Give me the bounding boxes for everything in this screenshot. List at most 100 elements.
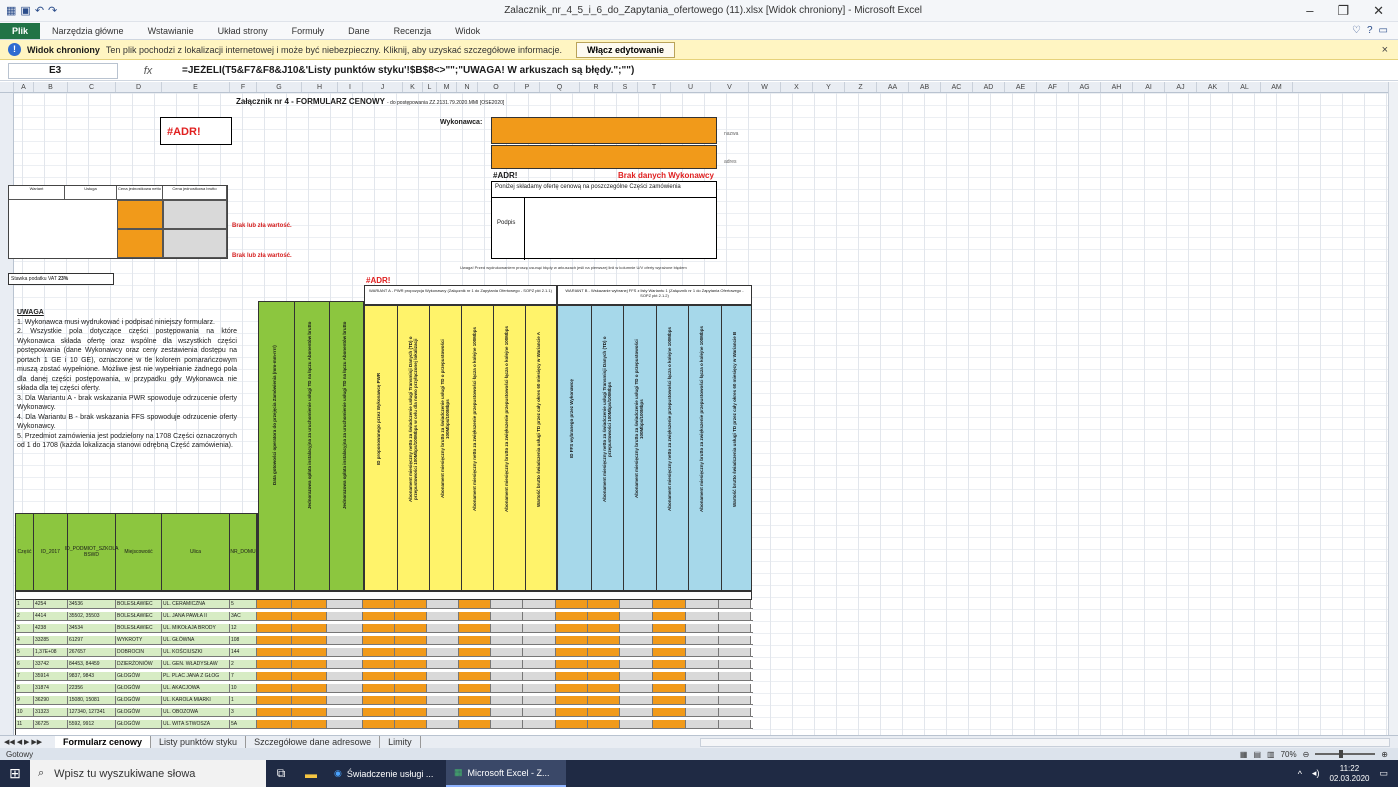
table-cell[interactable]: 3 [230, 708, 257, 716]
price-input-cell[interactable] [257, 708, 292, 716]
ribbon-tab[interactable]: Formuły [280, 24, 337, 38]
price-input-cell[interactable] [395, 612, 427, 620]
price-input-cell[interactable] [395, 636, 427, 644]
price-input-cell[interactable] [588, 624, 620, 632]
zoom-in-icon[interactable]: ⊕ [1381, 750, 1388, 759]
price-input-cell[interactable] [363, 708, 395, 716]
contractor-name-input[interactable] [491, 117, 717, 144]
price-input-cell[interactable] [556, 720, 588, 728]
page-break-icon[interactable]: ▥ [1267, 750, 1275, 759]
price-input-cell[interactable] [395, 660, 427, 668]
column-header[interactable]: T [638, 82, 671, 92]
table-cell[interactable]: 2 [230, 660, 257, 668]
tab-formularz-cenowy[interactable]: Formularz cenowy [55, 735, 152, 749]
price-input-cell[interactable] [363, 624, 395, 632]
price-input-cell[interactable] [653, 720, 686, 728]
column-header[interactable]: L [423, 82, 437, 92]
table-cell[interactable]: GŁOGÓW [116, 672, 162, 680]
tab-listy-punktow[interactable]: Listy punktów styku [151, 735, 247, 749]
price-input-cell[interactable] [395, 708, 427, 716]
redo-icon[interactable]: ↷ [48, 4, 57, 17]
price-input-cell[interactable] [653, 684, 686, 692]
zoom-slider[interactable] [1315, 750, 1376, 758]
taskbar-app-excel[interactable]: ▦ Microsoft Excel - Z... [446, 760, 566, 787]
table-cell[interactable]: GŁOGÓW [116, 684, 162, 692]
price-input-cell[interactable] [459, 684, 491, 692]
protected-view-message[interactable]: Ten plik pochodzi z lokalizacji internet… [106, 45, 562, 55]
price-input-cell[interactable] [653, 660, 686, 668]
netto-1ge-input[interactable] [117, 200, 163, 229]
table-cell[interactable]: 31323 [34, 708, 68, 716]
notifications-icon[interactable]: ▭ [1379, 768, 1388, 779]
price-input-cell[interactable] [588, 636, 620, 644]
price-input-cell[interactable] [653, 708, 686, 716]
price-input-cell[interactable] [363, 600, 395, 608]
price-input-cell[interactable] [257, 684, 292, 692]
column-header[interactable]: AD [973, 82, 1005, 92]
price-input-cell[interactable] [292, 648, 327, 656]
price-input-cell[interactable] [292, 672, 327, 680]
formula-input[interactable]: =JEŻELI(T5&F7&F8&J10&'Listy punktów styk… [178, 65, 1398, 76]
column-header[interactable]: AC [941, 82, 973, 92]
table-cell[interactable]: BOLESŁAWIEC [116, 612, 162, 620]
column-header[interactable]: AG [1069, 82, 1101, 92]
table-cell[interactable]: 4254 [34, 600, 68, 608]
ribbon-tab[interactable]: Narzędzia główne [40, 24, 136, 38]
column-header[interactable]: D [116, 82, 162, 92]
error-cell-e3[interactable]: #ADR! [160, 117, 232, 145]
vertical-scrollbar[interactable] [1388, 82, 1398, 735]
column-header[interactable]: N [457, 82, 478, 92]
table-cell[interactable]: 144 [230, 648, 257, 656]
table-cell[interactable]: 36725 [34, 720, 68, 728]
price-input-cell[interactable] [556, 636, 588, 644]
table-cell[interactable]: BOLESŁAWIEC [116, 600, 162, 608]
price-input-cell[interactable] [588, 720, 620, 728]
table-cell[interactable]: DOBROCIN [116, 648, 162, 656]
table-cell[interactable]: 12 [230, 624, 257, 632]
table-cell[interactable]: UL. WITA STWOSZA [162, 720, 230, 728]
price-input-cell[interactable] [395, 684, 427, 692]
tray-chevron-icon[interactable]: ^ [1298, 769, 1302, 779]
column-header[interactable]: B [34, 82, 68, 92]
price-input-cell[interactable] [459, 696, 491, 704]
maximize-button[interactable]: ❐ [1337, 3, 1349, 19]
ribbon-tab[interactable]: Układ strony [206, 24, 280, 38]
ribbon-tab[interactable]: Widok [443, 24, 492, 38]
ribbon-tab[interactable]: Recenzja [382, 24, 444, 38]
price-input-cell[interactable] [395, 720, 427, 728]
table-cell[interactable]: 10 [16, 708, 34, 716]
price-input-cell[interactable] [588, 648, 620, 656]
sheet-nav-arrows[interactable]: ◀◀ ◀ ▶ ▶▶ [0, 738, 55, 746]
table-cell[interactable]: 10 [230, 684, 257, 692]
table-cell[interactable]: 1,37E+08 [34, 648, 68, 656]
table-cell[interactable]: 6 [16, 660, 34, 668]
price-input-cell[interactable] [556, 684, 588, 692]
column-header[interactable]: AK [1197, 82, 1229, 92]
price-input-cell[interactable] [556, 672, 588, 680]
price-input-cell[interactable] [257, 660, 292, 668]
price-input-cell[interactable] [459, 648, 491, 656]
help-icon[interactable]: ? [1367, 25, 1373, 36]
price-input-cell[interactable] [395, 600, 427, 608]
zoom-level[interactable]: 70% [1281, 750, 1297, 759]
ribbon-tab[interactable]: Wstawianie [136, 24, 206, 38]
price-input-cell[interactable] [459, 624, 491, 632]
tab-dane-adresowe[interactable]: Szczegółowe dane adresowe [246, 735, 381, 749]
table-cell[interactable]: GŁOGÓW [116, 720, 162, 728]
table-cell[interactable]: 4 [16, 636, 34, 644]
column-header[interactable]: O [478, 82, 515, 92]
price-input-cell[interactable] [653, 672, 686, 680]
table-cell[interactable]: 127340, 127341 [68, 708, 116, 716]
price-input-cell[interactable] [363, 720, 395, 728]
column-header[interactable]: AL [1229, 82, 1261, 92]
taskbar-app-browser[interactable]: ◉ Świadczenie usługi ... [326, 760, 446, 787]
restore-icon[interactable]: ▭ [1379, 25, 1388, 36]
table-cell[interactable]: BOLESŁAWIEC [116, 624, 162, 632]
contractor-address-input[interactable] [491, 145, 717, 169]
price-input-cell[interactable] [588, 600, 620, 608]
price-input-cell[interactable] [459, 672, 491, 680]
price-input-cell[interactable] [292, 624, 327, 632]
column-header[interactable]: K [403, 82, 423, 92]
price-input-cell[interactable] [363, 648, 395, 656]
save-icon[interactable]: ▣ [20, 4, 30, 17]
